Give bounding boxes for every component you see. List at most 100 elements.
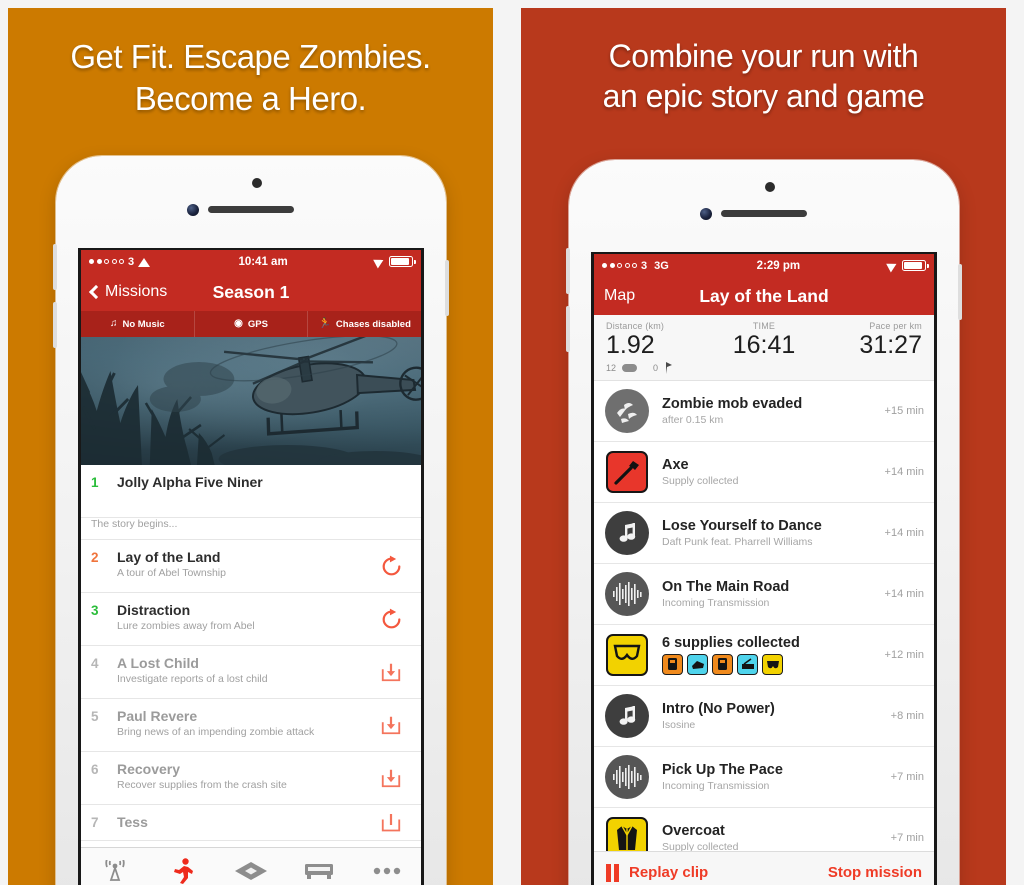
tab-base[interactable] <box>285 861 353 881</box>
download-button[interactable] <box>373 767 409 789</box>
mission-number: 2 <box>91 550 99 565</box>
event-body: Lose Yourself to Dance Daft Punk feat. P… <box>650 518 879 548</box>
stop-mission-button[interactable]: Stop mission <box>828 864 922 881</box>
proximity-sensor <box>252 178 262 188</box>
list-item[interactable]: Intro (No Power) Isosine +8 min <box>594 685 934 747</box>
front-camera <box>700 208 712 220</box>
gps-target-icon: ◉ <box>234 318 243 329</box>
event-description: Isosine <box>662 718 696 731</box>
map-button-label: Map <box>604 287 636 304</box>
list-item[interactable]: Lose Yourself to Dance Daft Punk feat. P… <box>594 502 934 564</box>
download-icon <box>381 663 401 682</box>
waveform-icon <box>605 754 649 799</box>
mission-number: 5 <box>91 709 99 724</box>
front-camera <box>187 204 199 216</box>
music-note-icon <box>605 693 649 738</box>
stat-distance-value: 1.92 <box>606 331 655 359</box>
replay-icon <box>382 608 400 628</box>
axe-icon <box>606 450 648 493</box>
table-row[interactable]: 3 Distraction Lure zombies away from Abe… <box>81 593 421 646</box>
right-status-bar: 3 3G 2:29 pm <box>594 254 934 277</box>
mission-title: Tess <box>117 814 148 830</box>
table-row[interactable]: 6 Recovery Recover supplies from the cra… <box>81 752 421 805</box>
chevron-left-icon <box>88 284 104 300</box>
download-icon <box>381 769 401 788</box>
screenshot-stage: Get Fit. Escape Zombies. Become a Hero. … <box>0 0 1024 885</box>
status-bar-left: 3 <box>89 256 151 268</box>
replay-button[interactable] <box>373 554 409 579</box>
phone-volume-button-up <box>53 244 57 290</box>
left-headline-line-1: Get Fit. Escape Zombies. <box>70 38 431 75</box>
run-stats-row: Distance (km) 1.92 TIME 16:41 Pace per k… <box>606 321 922 360</box>
table-row[interactable]: 2 Lay of the Land A tour of Abel Townshi… <box>81 540 421 593</box>
download-button[interactable] <box>373 714 409 736</box>
setting-chases-label: Chases disabled <box>335 318 411 330</box>
event-body: Intro (No Power) Isosine <box>650 701 885 731</box>
event-body: Zombie mob evaded after 0.15 km <box>650 396 879 426</box>
tab-radio[interactable] <box>81 859 149 882</box>
earpiece-speaker <box>208 206 294 213</box>
stat-pace-label: Pace per km <box>869 321 922 331</box>
list-item[interactable]: Zombie mob evaded after 0.15 km +15 min <box>594 380 934 442</box>
mission-list: 1 Jolly Alpha Five Niner The story begin… <box>81 465 421 841</box>
tab-supplies[interactable] <box>217 861 285 881</box>
mission-description: A tour of Abel Township <box>117 567 226 579</box>
tab-more[interactable] <box>353 866 421 876</box>
music-note-icon: ♫ <box>109 318 118 329</box>
back-button[interactable]: Missions <box>88 283 168 301</box>
table-row[interactable]: 1 Jolly Alpha Five Niner <box>81 465 421 518</box>
setting-chases[interactable]: 🏃 Chases disabled <box>308 311 421 337</box>
event-description: Supply collected <box>662 474 739 487</box>
event-icon-wrap <box>604 388 650 434</box>
page-edge-left <box>0 0 8 885</box>
setting-gps[interactable]: ◉ GPS <box>195 311 309 337</box>
list-item[interactable]: On The Main Road Incoming Transmission +… <box>594 563 934 625</box>
event-icon-wrap <box>604 632 650 678</box>
back-button-label: Missions <box>105 283 168 300</box>
mission-title: Distraction <box>117 602 191 618</box>
stat-pace-value: 31:27 <box>859 331 922 359</box>
replay-button[interactable] <box>373 607 409 632</box>
wifi-icon <box>138 257 151 267</box>
download-icon <box>381 716 401 735</box>
mission-title: Recovery <box>117 761 181 777</box>
list-item[interactable]: Pick Up The Pace Incoming Transmission +… <box>594 746 934 808</box>
signal-strength-icon <box>89 259 124 264</box>
mission-description-row: The story begins... <box>81 518 421 540</box>
list-item[interactable]: 6 supplies collected +12 min <box>594 624 934 686</box>
mission-settings-strip: ♫ No Music ◉ GPS 🏃 Chases disabled <box>81 311 421 337</box>
mission-description: Lure zombies away from Abel <box>117 620 255 632</box>
event-time: +12 min <box>884 648 924 661</box>
running-man-icon: 🏃 <box>318 318 331 329</box>
mission-number: 6 <box>91 762 99 777</box>
event-body: On The Main Road Incoming Transmission <box>650 579 879 609</box>
table-row[interactable]: 4 A Lost Child Investigate reports of a … <box>81 646 421 699</box>
page-edge-top <box>0 0 1024 8</box>
mission-description: Recover supplies from the crash site <box>117 779 287 791</box>
download-button[interactable] <box>373 661 409 683</box>
event-title: Overcoat <box>662 822 725 839</box>
hero-illustration <box>81 337 421 465</box>
setting-no-music[interactable]: ♫ No Music <box>81 311 195 337</box>
download-button[interactable] <box>373 814 409 836</box>
mission-title: Paul Revere <box>117 708 198 724</box>
more-dots-icon <box>373 867 401 874</box>
tab-run[interactable] <box>149 857 217 884</box>
mission-description: Bring news of an impending zombie attack <box>117 726 315 738</box>
stat-time-label: TIME <box>752 321 776 331</box>
left-phone-screen: 3 10:41 am Missions Season 1 ♫ No Music … <box>78 248 424 885</box>
network-type-label: 3G <box>654 259 669 272</box>
location-arrow-icon <box>373 254 386 269</box>
table-row[interactable]: 7 Tess <box>81 805 421 841</box>
pause-icon[interactable] <box>606 863 619 882</box>
map-button[interactable]: Map <box>604 287 635 305</box>
event-body: 6 supplies collected <box>650 635 879 675</box>
event-body: Axe Supply collected <box>650 457 879 487</box>
supply-badge-orange <box>712 653 733 675</box>
table-row[interactable]: 5 Paul Revere Bring news of an impending… <box>81 699 421 752</box>
supply-badge-yellow <box>762 653 783 675</box>
list-item[interactable]: Axe Supply collected +14 min <box>594 441 934 503</box>
event-icon-wrap <box>604 754 650 800</box>
replay-clip-button[interactable]: Replay clip <box>629 864 708 881</box>
event-description: Daft Punk feat. Pharrell Williams <box>662 535 813 548</box>
